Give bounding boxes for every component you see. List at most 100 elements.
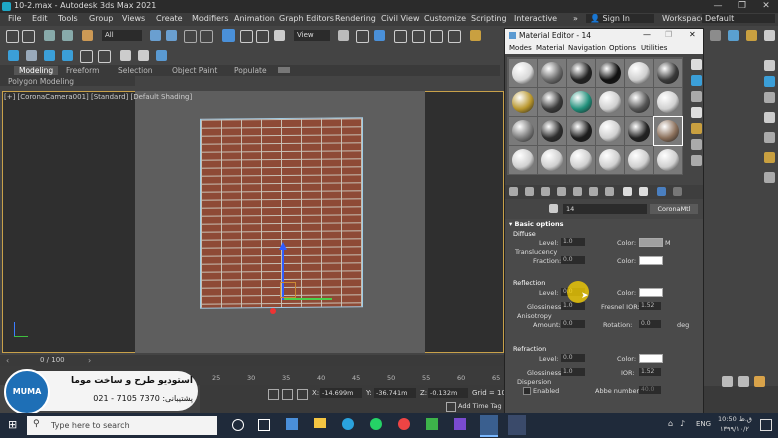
get-material-icon[interactable] bbox=[509, 187, 518, 196]
translucency-color-swatch[interactable] bbox=[639, 256, 663, 265]
mated-maximize-button[interactable]: ❐ bbox=[665, 30, 672, 39]
diffuse-map-button[interactable]: M bbox=[665, 239, 671, 247]
material-slot[interactable] bbox=[509, 146, 537, 174]
time-tag-icon[interactable] bbox=[446, 402, 456, 412]
select-manipulate-icon[interactable] bbox=[356, 30, 369, 43]
material-slot[interactable] bbox=[625, 59, 653, 87]
menu-views[interactable]: Views bbox=[122, 14, 145, 23]
render-online-icon[interactable] bbox=[764, 30, 775, 41]
snaps-toggle-icon[interactable] bbox=[394, 30, 407, 43]
material-slot[interactable] bbox=[567, 88, 595, 116]
add-time-tag[interactable]: Add Time Tag bbox=[458, 402, 502, 410]
render-setup-icon[interactable] bbox=[710, 30, 721, 41]
reflection-color-swatch[interactable] bbox=[639, 288, 663, 297]
material-name-field[interactable]: 14 bbox=[563, 204, 647, 214]
material-slot[interactable] bbox=[596, 59, 624, 87]
polygon-modeling-panel[interactable]: Polygon Modeling bbox=[0, 76, 135, 86]
material-editor-icon[interactable] bbox=[156, 50, 167, 61]
time-next-icon[interactable]: › bbox=[88, 356, 91, 365]
whatsapp-icon[interactable] bbox=[370, 418, 382, 430]
mated-menu-modes[interactable]: Modes bbox=[509, 44, 532, 52]
material-slot[interactable] bbox=[653, 116, 683, 146]
scale-icon[interactable] bbox=[256, 30, 269, 43]
edit-named-selection-icon[interactable] bbox=[470, 30, 481, 41]
show-end-result-icon[interactable] bbox=[639, 187, 648, 196]
sample-uv-icon[interactable] bbox=[691, 107, 702, 118]
menu-customize[interactable]: Customize bbox=[424, 14, 466, 23]
make-unique-icon[interactable] bbox=[573, 187, 582, 196]
material-slot[interactable] bbox=[596, 88, 624, 116]
schematic-view-icon[interactable] bbox=[138, 50, 149, 61]
pan-icon[interactable] bbox=[738, 376, 749, 387]
assign-to-selection-icon[interactable] bbox=[541, 187, 550, 196]
material-slot[interactable] bbox=[654, 146, 682, 174]
abbe-number-spinner[interactable]: 40.0 bbox=[639, 386, 661, 394]
sample-type-icon[interactable] bbox=[691, 59, 702, 70]
pick-material-icon[interactable] bbox=[549, 204, 558, 213]
windows-start-icon[interactable]: ⊞ bbox=[8, 419, 19, 430]
redo-icon[interactable] bbox=[22, 30, 35, 43]
pivot-center-icon[interactable] bbox=[338, 30, 349, 41]
go-to-parent-icon[interactable] bbox=[657, 187, 666, 196]
tab-object-paint[interactable]: Object Paint bbox=[172, 66, 217, 75]
spinner-snap-icon[interactable] bbox=[448, 30, 461, 43]
window-crossing-icon[interactable] bbox=[200, 30, 213, 43]
bind-spacewarp-icon[interactable] bbox=[82, 30, 93, 41]
placement-icon[interactable] bbox=[274, 30, 285, 41]
ior-spinner[interactable]: 1.52 bbox=[639, 368, 661, 376]
menu-tools[interactable]: Tools bbox=[58, 14, 78, 23]
menu-civil-view[interactable]: Civil View bbox=[381, 14, 420, 23]
unlink-icon[interactable] bbox=[62, 30, 73, 41]
cortana-icon[interactable] bbox=[232, 419, 244, 431]
rotate-icon[interactable] bbox=[240, 30, 253, 43]
tab-freeform[interactable]: Freeform bbox=[66, 66, 99, 75]
menu-scripting[interactable]: Scripting bbox=[471, 14, 507, 23]
material-slot[interactable] bbox=[509, 88, 537, 116]
taskbar-search-box[interactable]: ⚲ Type here to search bbox=[27, 416, 217, 435]
material-slot[interactable] bbox=[625, 146, 653, 174]
make-preview-icon[interactable] bbox=[691, 139, 702, 150]
reflection-gloss-spinner[interactable]: 1.0 bbox=[561, 302, 585, 310]
vray-frame-buffer-icon[interactable] bbox=[508, 415, 526, 435]
material-type-button[interactable]: CoronaMtl bbox=[650, 204, 698, 214]
material-slot[interactable] bbox=[596, 117, 624, 145]
backlight-icon[interactable] bbox=[691, 75, 702, 86]
mated-minimize-button[interactable]: — bbox=[643, 30, 651, 39]
options-icon[interactable] bbox=[691, 155, 702, 166]
minimize-button[interactable]: — bbox=[706, 0, 730, 13]
hierarchy-icon[interactable] bbox=[44, 50, 55, 61]
material-slot[interactable] bbox=[654, 88, 682, 116]
mated-menu-options[interactable]: Options bbox=[609, 44, 636, 52]
put-to-scene-icon[interactable] bbox=[525, 187, 534, 196]
select-object-icon[interactable] bbox=[150, 30, 161, 41]
close-button[interactable]: ✕ bbox=[754, 0, 778, 13]
diffuse-level-spinner[interactable]: 1.0 bbox=[561, 238, 585, 246]
move-icon[interactable] bbox=[222, 29, 235, 42]
menu-modifiers[interactable]: Modifiers bbox=[192, 14, 229, 23]
calculator-icon[interactable] bbox=[286, 418, 298, 430]
anisotropy-rotation-spinner[interactable]: 0.0 bbox=[639, 320, 661, 328]
panel-hierarchy-icon[interactable] bbox=[764, 92, 775, 103]
refraction-color-swatch[interactable] bbox=[639, 354, 663, 363]
panel-extra-icon[interactable] bbox=[764, 172, 775, 183]
dispersion-enabled-checkbox[interactable] bbox=[523, 387, 531, 395]
utilities-icon[interactable] bbox=[98, 50, 111, 63]
workspaces-dropdown[interactable]: Default bbox=[702, 14, 775, 23]
material-editor-window[interactable]: Material Editor - 14 — ❐ ✕ Modes Materia… bbox=[504, 28, 704, 414]
material-slot[interactable] bbox=[596, 146, 624, 174]
telegram-icon[interactable] bbox=[342, 418, 354, 430]
material-slot[interactable] bbox=[567, 146, 595, 174]
background-icon[interactable] bbox=[691, 91, 702, 102]
rect-selection-icon[interactable] bbox=[184, 30, 197, 43]
menu-more-icon[interactable]: » bbox=[573, 14, 578, 23]
menu-graph-editors[interactable]: Graph Editors bbox=[279, 14, 334, 23]
refraction-level-spinner[interactable]: 0.0 bbox=[561, 354, 585, 362]
zoom-icon[interactable] bbox=[722, 376, 733, 387]
material-slot[interactable] bbox=[509, 117, 537, 145]
fresnel-ior-spinner[interactable]: 1.52 bbox=[639, 302, 661, 310]
menu-group[interactable]: Group bbox=[89, 14, 113, 23]
time-prev-icon[interactable]: ‹ bbox=[6, 356, 9, 365]
panel-display-icon[interactable] bbox=[764, 132, 775, 143]
material-slot[interactable] bbox=[625, 88, 653, 116]
material-slot[interactable] bbox=[538, 146, 566, 174]
